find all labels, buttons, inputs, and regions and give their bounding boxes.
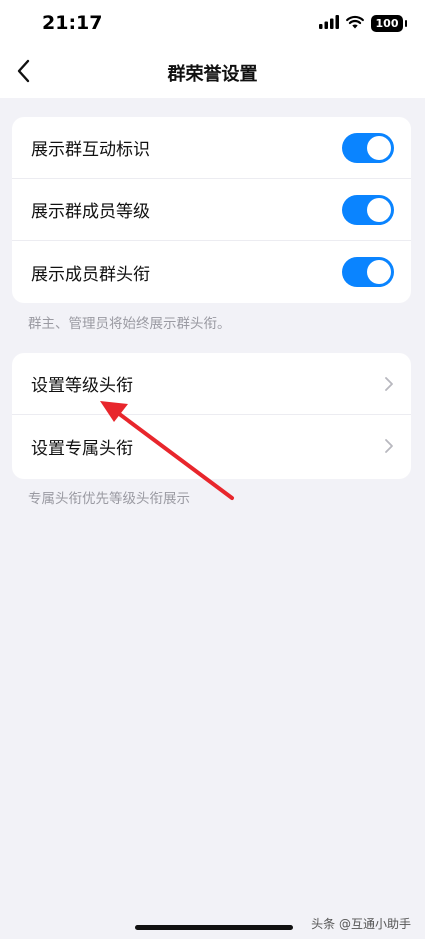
row-label: 展示群互动标识 xyxy=(31,140,150,160)
row-label: 设置专属头衔 xyxy=(31,438,133,459)
chevron-right-icon xyxy=(383,436,395,456)
row-set-exclusive-title[interactable]: 设置专属头衔 xyxy=(12,415,411,477)
titles-card: 设置等级头衔 设置专属头衔 xyxy=(12,353,411,479)
row-label: 展示群成员等级 xyxy=(31,202,150,222)
titles-note: 专属头衔优先等级头衔展示 xyxy=(28,491,190,507)
home-indicator xyxy=(135,925,293,930)
row-show-member-title: 展示成员群头衔 xyxy=(12,241,411,303)
toggle-show-interaction-badge[interactable] xyxy=(342,133,394,163)
toggle-knob xyxy=(367,260,391,284)
toggle-knob xyxy=(367,136,391,160)
nav-bar: 群荣誉设置 xyxy=(0,48,425,98)
signal-icon xyxy=(319,14,339,33)
toggle-knob xyxy=(367,198,391,222)
row-show-member-level: 展示群成员等级 xyxy=(12,179,411,241)
toggles-card: 展示群互动标识 展示群成员等级 展示成员群头衔 xyxy=(12,117,411,303)
toggle-show-member-title[interactable] xyxy=(342,257,394,287)
page-title: 群荣誉设置 xyxy=(167,64,258,85)
chevron-right-icon xyxy=(383,374,395,394)
row-show-interaction-badge: 展示群互动标识 xyxy=(12,117,411,179)
watermark: 头条 @互通小助手 xyxy=(311,917,411,931)
row-label: 展示成员群头衔 xyxy=(31,264,150,285)
battery-icon: 100 xyxy=(371,15,407,32)
row-set-level-title[interactable]: 设置等级头衔 xyxy=(12,353,411,415)
wifi-icon xyxy=(346,14,364,33)
row-label: 设置等级头衔 xyxy=(31,376,133,396)
toggle-show-member-level[interactable] xyxy=(342,195,394,225)
toggles-note: 群主、管理员将始终展示群头衔。 xyxy=(28,316,231,332)
status-icons: 100 xyxy=(319,14,407,33)
status-bar: 21:17 100 xyxy=(0,0,425,48)
status-time: 21:17 xyxy=(42,12,103,34)
